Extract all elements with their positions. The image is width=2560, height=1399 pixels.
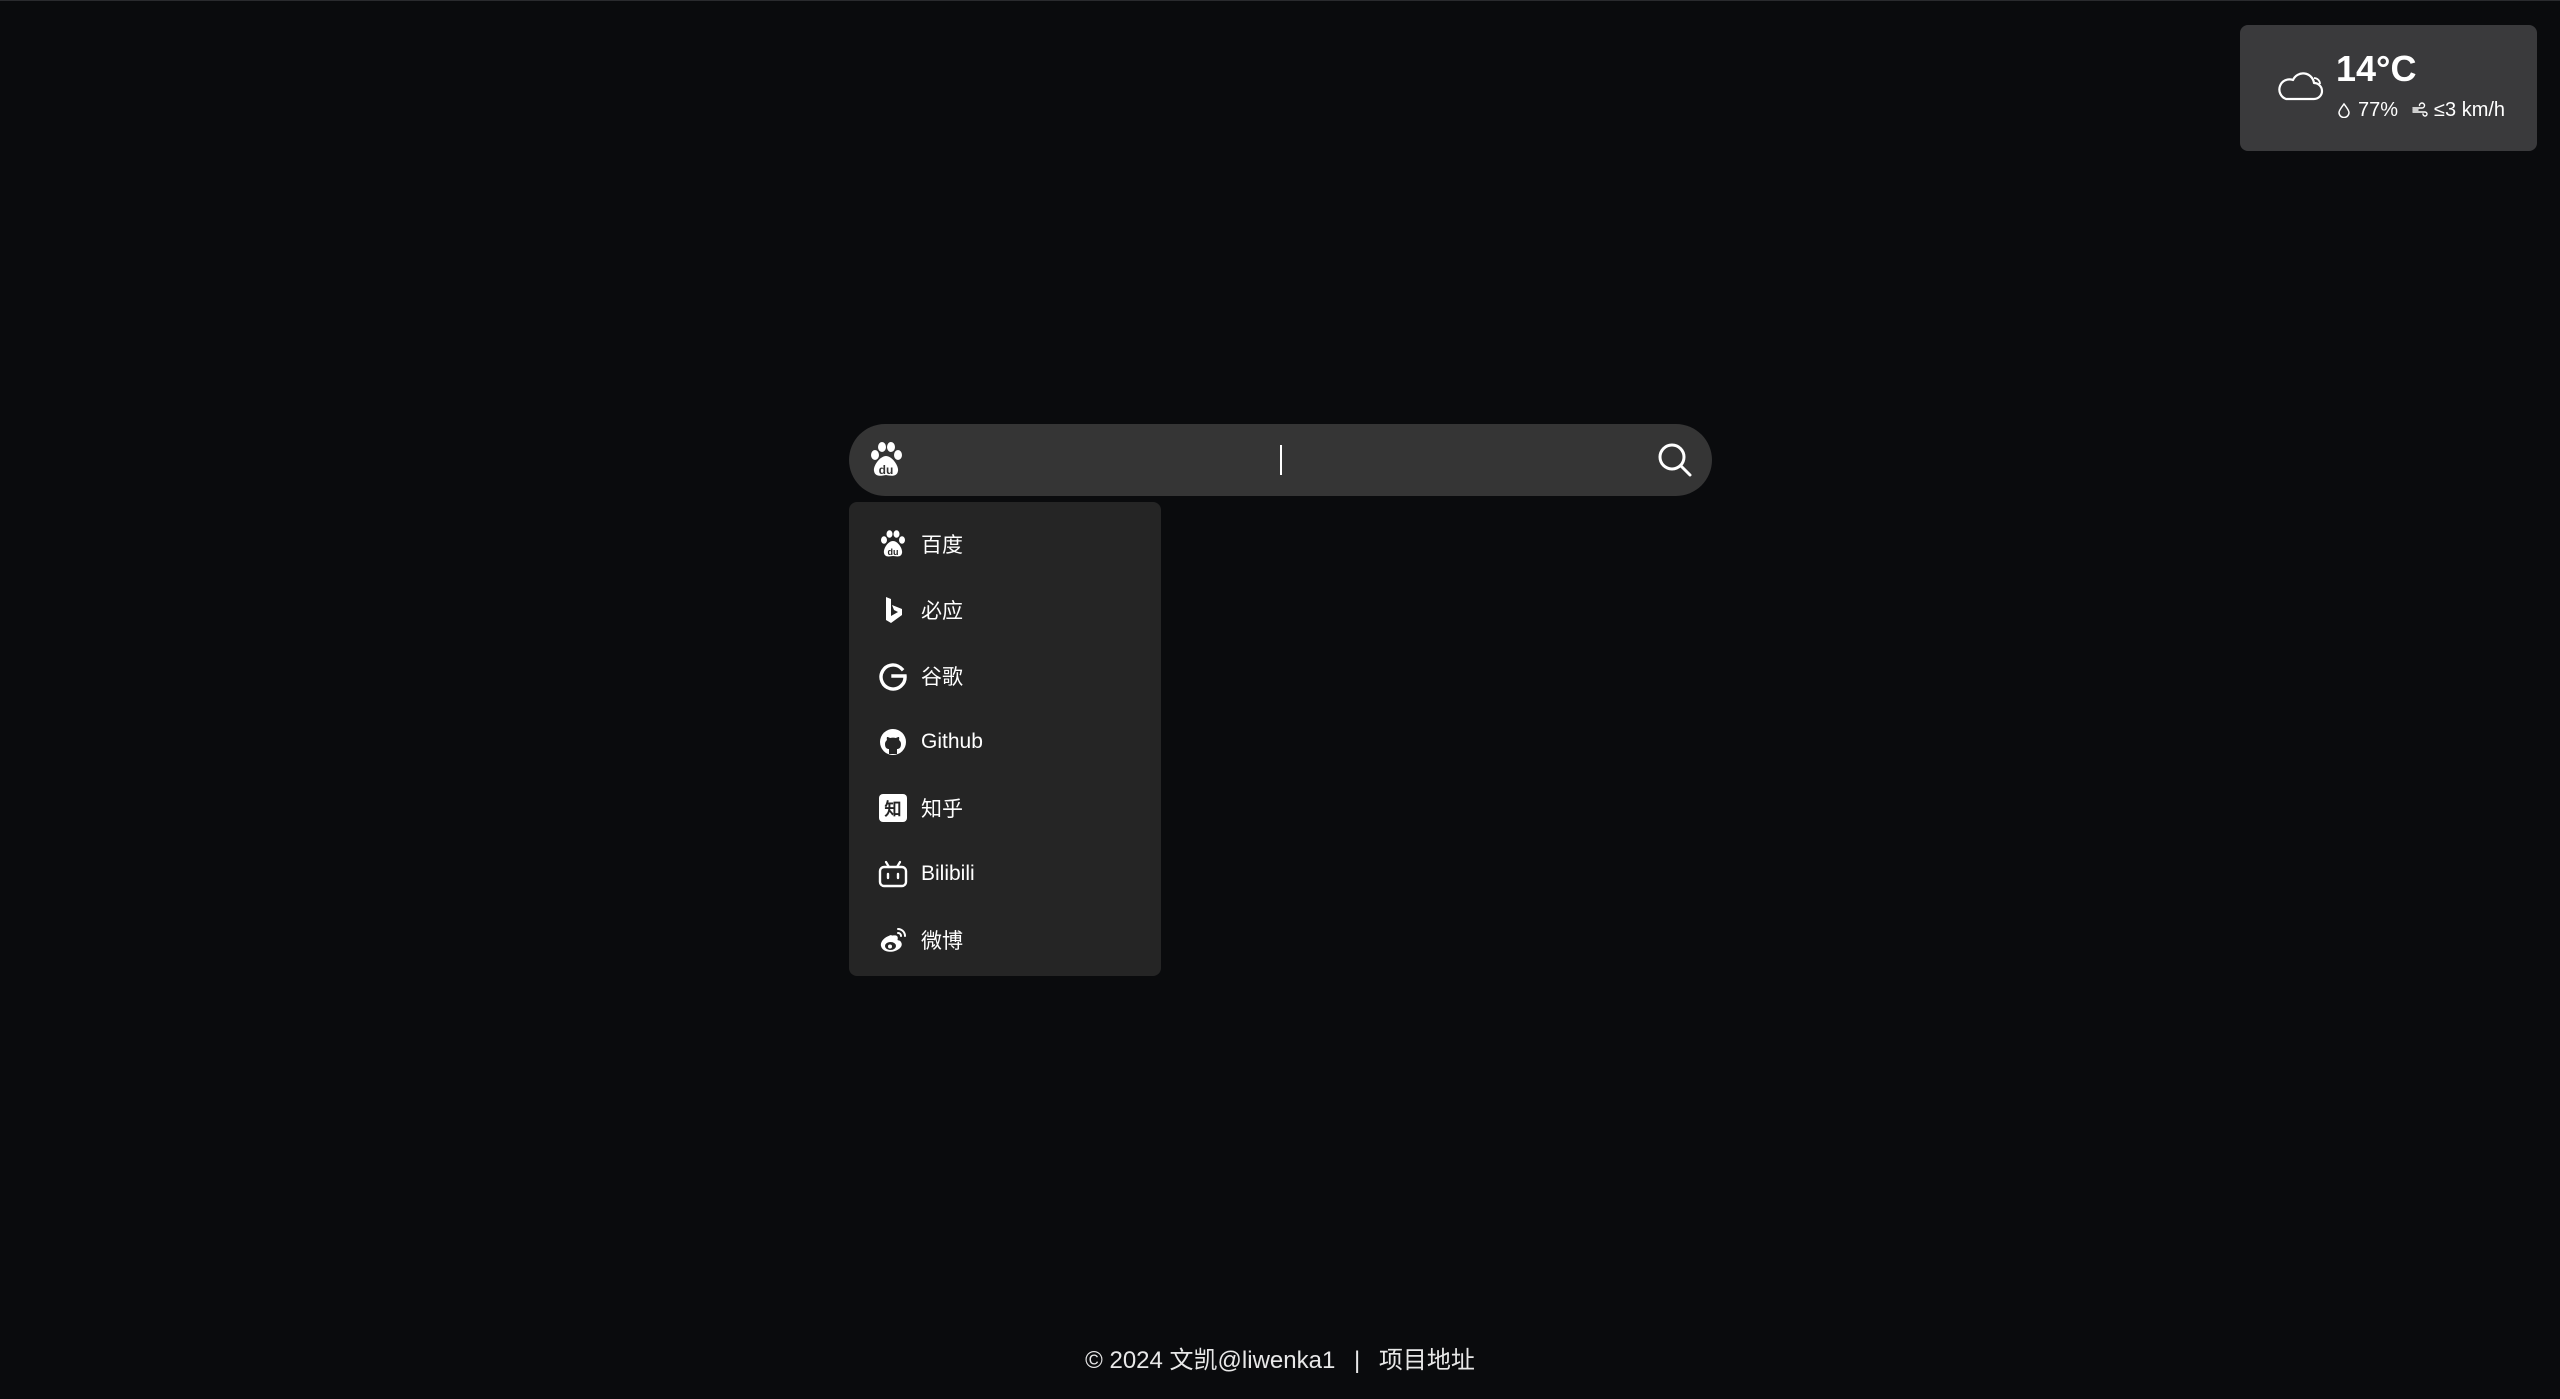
weather-details: 77% ≤3 km/h: [2336, 100, 2505, 120]
google-icon: [879, 663, 907, 691]
temperature: 14°C: [2336, 48, 2417, 89]
footer-separator: |: [1353, 1347, 1361, 1374]
engine-option-zhihu[interactable]: 知 知乎: [849, 775, 1161, 841]
engine-option-weibo[interactable]: 微博: [849, 907, 1161, 973]
engine-label: 微博: [921, 930, 963, 953]
text-caret: [1280, 445, 1282, 475]
engine-option-github[interactable]: Github: [849, 709, 1161, 775]
engine-label: 知乎: [921, 798, 963, 821]
search-icon[interactable]: [1656, 441, 1694, 479]
search-bar: du: [849, 424, 1712, 498]
svg-text:du: du: [879, 463, 894, 477]
footer: © 2024 文凯@liwenka1 | 项目地址: [0, 1340, 2560, 1375]
engine-option-google[interactable]: 谷歌: [849, 643, 1161, 709]
author-link[interactable]: 文凯@liwenka1: [1170, 1347, 1336, 1374]
bing-icon: [886, 597, 902, 623]
weibo-icon: [880, 928, 906, 952]
engine-option-baidu[interactable]: du 百度: [849, 511, 1161, 577]
engine-label: Bilibili: [921, 862, 975, 885]
engine-option-bing[interactable]: 必应: [849, 577, 1161, 643]
weather-widget: 14°C 77% ≤3 km/h: [2240, 25, 2537, 151]
github-icon: [880, 729, 906, 755]
baidu-icon[interactable]: du: [867, 440, 905, 480]
wind-value: ≤3 km/h: [2434, 99, 2506, 121]
cloud-icon: [2278, 72, 2324, 101]
engine-label: 百度: [921, 534, 963, 557]
project-link[interactable]: 项目地址: [1379, 1347, 1475, 1374]
wind-icon: [2412, 102, 2428, 117]
engine-dropdown: du 百度 必应 谷歌 Github 知 知乎 Bilibili 微博: [849, 502, 1161, 976]
engine-label: 谷歌: [921, 666, 963, 689]
svg-text:du: du: [888, 547, 899, 557]
svg-text:知: 知: [884, 799, 902, 820]
engine-label: Github: [921, 730, 983, 753]
bilibili-icon: [878, 860, 908, 888]
humidity-value: 77%: [2358, 99, 2399, 121]
zhihu-icon: 知: [879, 794, 907, 822]
top-border: [0, 0, 2560, 1]
baidu-icon: du: [881, 530, 905, 557]
copyright: © 2024: [1085, 1347, 1163, 1374]
engine-label: 必应: [921, 600, 963, 623]
humidity-icon: [2338, 102, 2350, 118]
search-input[interactable]: [929, 424, 1673, 498]
engine-option-bilibili[interactable]: Bilibili: [849, 841, 1161, 907]
